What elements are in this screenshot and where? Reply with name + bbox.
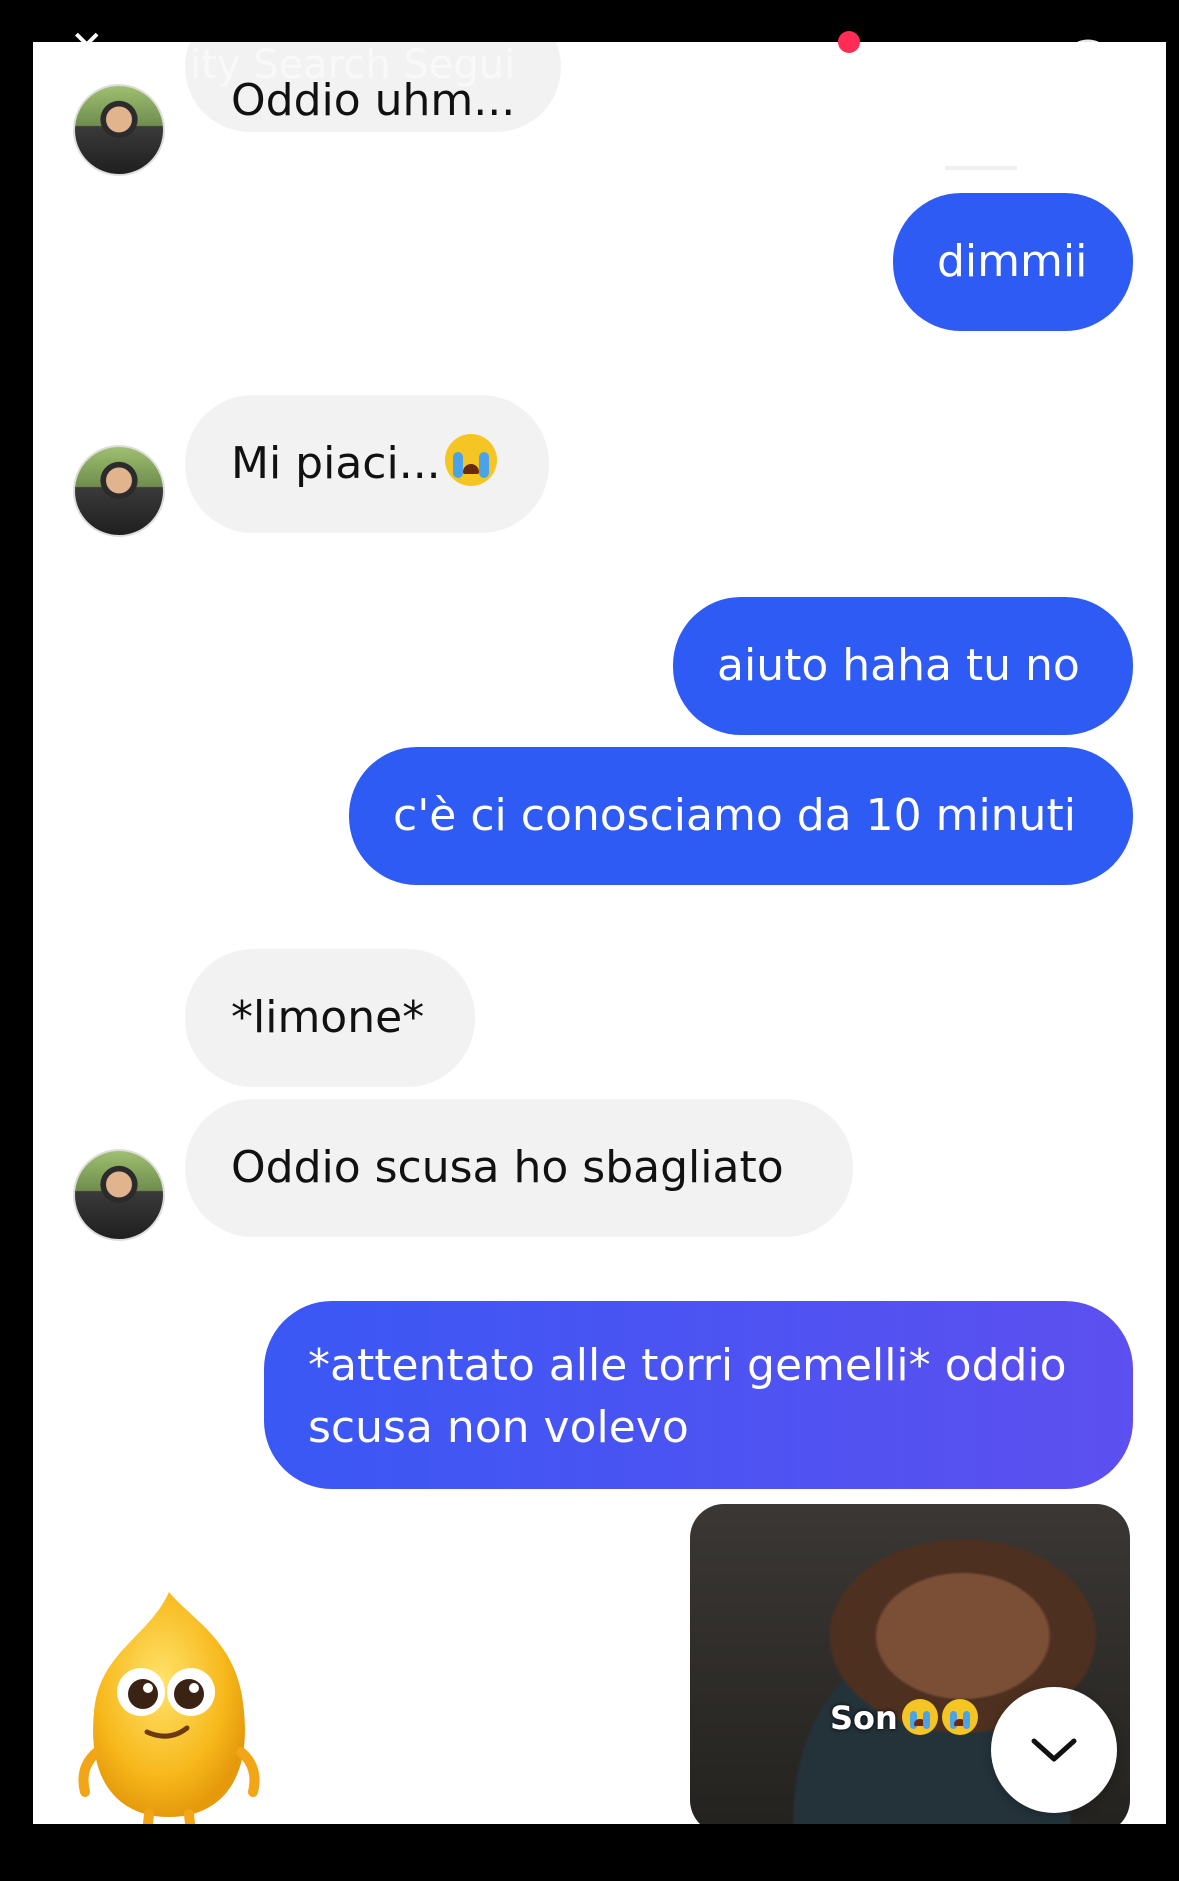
loudly-crying-face-icon xyxy=(444,434,497,486)
message-incoming: Mi piaci... xyxy=(185,395,549,533)
loudly-crying-face-icon xyxy=(901,1699,938,1735)
message-outgoing: dimmii xyxy=(893,193,1133,331)
message-text: Mi piaci... xyxy=(231,438,441,489)
chat-screen: Oddio uhm... dimmii Mi piaci... aiuto ha… xyxy=(33,42,1166,1824)
photo-caption: Son xyxy=(830,1699,978,1737)
message-text: Oddio scusa ho sbagliato xyxy=(231,1142,784,1193)
loudly-crying-face-icon xyxy=(941,1699,978,1735)
message-incoming: Oddio scusa ho sbagliato xyxy=(185,1099,853,1237)
message-text: *attentato alle torri gemelli* oddio scu… xyxy=(308,1340,1067,1453)
message-incoming: *limone* xyxy=(185,949,475,1087)
message-incoming: Oddio uhm... xyxy=(185,42,561,132)
message-outgoing: c'è ci conosciamo da 10 minuti xyxy=(349,747,1133,885)
chevron-down-icon xyxy=(1031,1738,1077,1762)
flame-mascot-sticker xyxy=(78,1592,260,1824)
message-text: c'è ci conosciamo da 10 minuti xyxy=(393,790,1076,841)
message-text: Oddio uhm... xyxy=(231,75,516,126)
avatar[interactable] xyxy=(73,1149,165,1241)
photo-caption-text: Son xyxy=(830,1699,898,1737)
message-text: aiuto haha tu no xyxy=(717,640,1080,691)
message-outgoing: *attentato alle torri gemelli* oddio scu… xyxy=(264,1301,1133,1489)
message-text: *limone* xyxy=(231,992,425,1043)
avatar[interactable] xyxy=(73,84,165,176)
scroll-to-bottom-button[interactable] xyxy=(991,1687,1117,1813)
message-text: dimmii xyxy=(937,236,1088,287)
message-outgoing: aiuto haha tu no xyxy=(673,597,1133,735)
tab-indicator xyxy=(945,166,1017,170)
avatar[interactable] xyxy=(73,445,165,537)
